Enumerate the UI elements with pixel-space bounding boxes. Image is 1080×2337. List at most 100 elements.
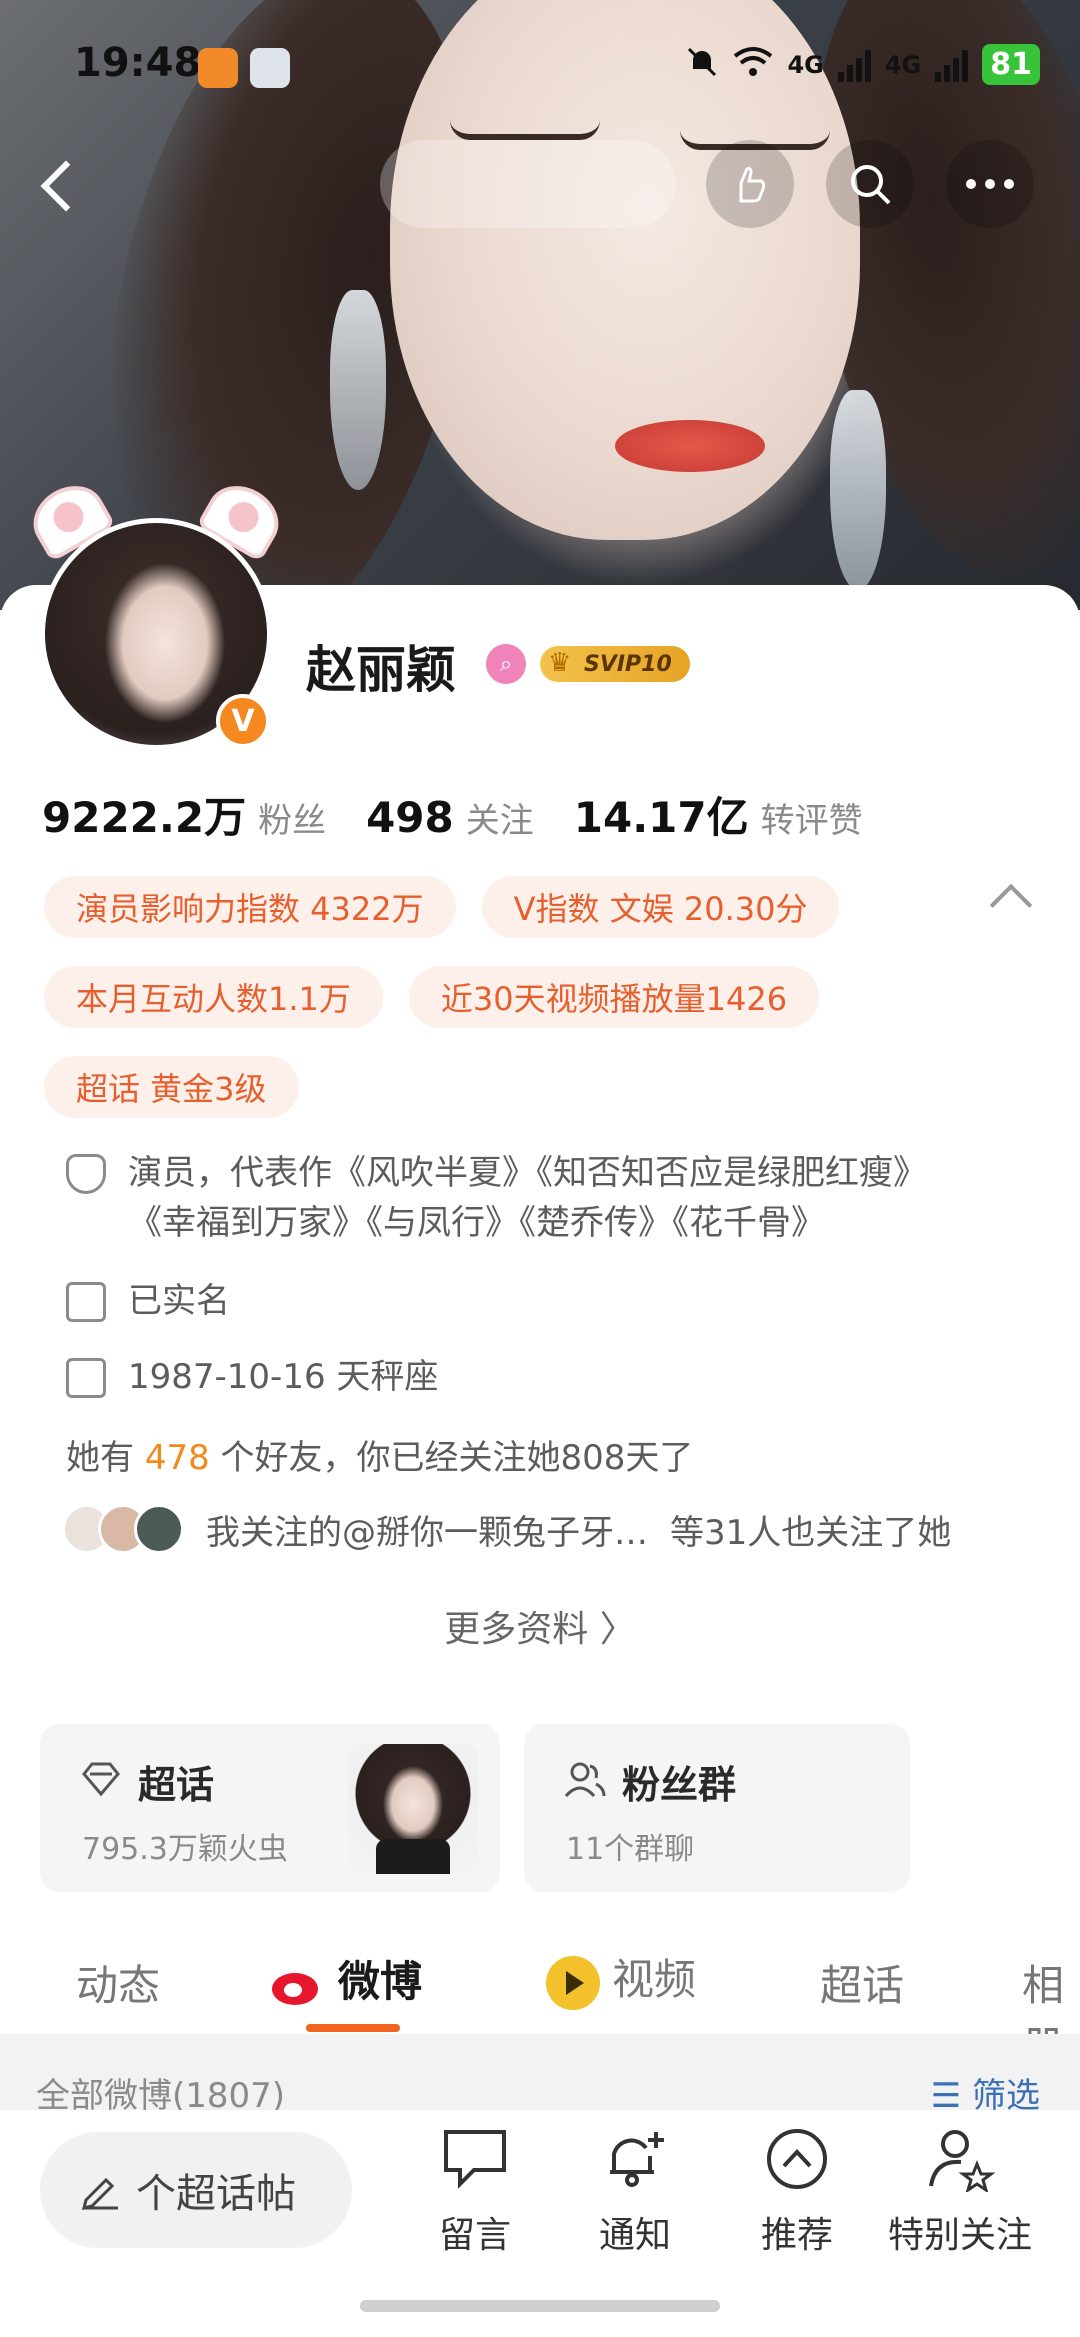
svip-badge[interactable]: SVIP10 xyxy=(540,646,690,682)
video-play-icon xyxy=(546,1955,600,2010)
stat-following[interactable]: 498 关注 xyxy=(366,793,534,842)
friends-summary[interactable]: 她有 478 个好友，你已经关注她808天了 xyxy=(66,1430,693,1479)
recommend-label: 推荐 xyxy=(760,2215,833,2256)
friends-count: 478 xyxy=(144,1438,210,1478)
mutual-extra: 等31人也关注了她 xyxy=(670,1512,952,1553)
verified-badge: V xyxy=(216,694,270,748)
bio-line: 《幸福到万家》《与凤行》《楚乔传》《花千骨》 xyxy=(128,1203,825,1243)
tab-video-label: 视频 xyxy=(612,1955,697,2004)
fan-group-title: 粉丝群 xyxy=(622,1763,737,1807)
fan-group-subtitle: 11个群聊 xyxy=(566,1832,695,1867)
tag-actor-influence[interactable]: 演员影响力指数 4322万 xyxy=(44,876,456,938)
notify-button[interactable]: 通知 xyxy=(560,2126,710,2258)
pencil-icon xyxy=(81,2177,118,2210)
fan-group-card[interactable]: 粉丝群 11个群聊 xyxy=(524,1724,910,1892)
search-topic-icon[interactable]: ⌕ xyxy=(486,644,526,684)
network-label-2: 4G xyxy=(884,50,922,79)
bell-plus-icon xyxy=(610,2132,664,2187)
back-button[interactable] xyxy=(30,150,90,220)
birthday-text: 1987-10-16 天秤座 xyxy=(128,1357,439,1397)
id-card-icon xyxy=(66,1282,106,1322)
mute-icon xyxy=(685,45,719,85)
stat-value: 498 xyxy=(366,793,454,842)
tag-list: 演员影响力指数 4322万 V指数 文娱 20.30分 本月互动人数1.1万 近… xyxy=(44,876,944,1118)
tab-dynamics[interactable]: 动态 xyxy=(76,1952,160,2013)
friends-suffix: 个好友，你已经关注她808天了 xyxy=(220,1438,694,1478)
profile-name: 赵丽颖 xyxy=(306,641,456,699)
recommend-button[interactable]: 推荐 xyxy=(722,2126,872,2258)
stats-row: 9222.2万 粉丝 498 关注 14.17亿 转评赞 xyxy=(42,784,863,845)
birthday-row: 1987-10-16 天秤座 xyxy=(66,1352,438,1402)
signal-icon-2 xyxy=(935,48,969,82)
cover-lips xyxy=(615,420,765,472)
battery-indicator: 81 xyxy=(982,44,1040,85)
chaohua-title: 超话 xyxy=(138,1763,215,1807)
user-star-icon xyxy=(929,2130,996,2194)
more-info-link[interactable]: 更多资料 〉 xyxy=(0,1600,1080,1652)
shield-icon xyxy=(66,1154,106,1194)
stat-fans[interactable]: 9222.2万 粉丝 xyxy=(42,784,326,845)
notification-app-icon xyxy=(198,48,238,88)
active-tab-indicator xyxy=(306,2024,400,2032)
calendar-icon xyxy=(66,1358,106,1398)
search-button[interactable] xyxy=(826,140,914,228)
bio-text: 演员，代表作《风吹半夏》《知否知否应是绿肥红瘦》 《幸福到万家》《与凤行》《楚乔… xyxy=(128,1148,927,1248)
wifi-icon xyxy=(733,46,773,84)
tab-chaohua[interactable]: 超话 xyxy=(820,1952,904,2013)
tag-video-plays[interactable]: 近30天视频播放量1426 xyxy=(408,966,820,1028)
cover-eye-left xyxy=(450,120,600,140)
comment-icon xyxy=(444,2130,506,2189)
search-icon xyxy=(851,165,891,205)
special-follow-label: 特别关注 xyxy=(887,2215,1032,2256)
like-hand-button[interactable] xyxy=(706,140,794,228)
weibo-logo-icon xyxy=(270,1963,326,2007)
tag-chaohua-level[interactable]: 超话 黄金3级 xyxy=(44,1056,299,1118)
avatar-container[interactable]: V xyxy=(21,473,291,750)
bio-line: 演员，代表作《风吹半夏》《知否知否应是绿肥红瘦》 xyxy=(128,1153,927,1193)
stat-value: 9222.2万 xyxy=(42,793,247,842)
group-icon xyxy=(564,1762,606,1798)
status-icons: 4G 4G 81 xyxy=(685,44,1040,85)
compose-placeholder: 个超话帖 xyxy=(136,2171,296,2217)
home-indicator[interactable] xyxy=(360,2300,720,2312)
message-button[interactable]: 留言 xyxy=(400,2126,550,2258)
mutual-avatars xyxy=(62,1504,184,1554)
more-button[interactable] xyxy=(946,140,1034,228)
more-dots-icon xyxy=(966,179,1014,189)
compose-post-button[interactable]: 个超话帖 xyxy=(40,2132,352,2248)
special-follow-button[interactable]: 特别关注 xyxy=(880,2126,1040,2258)
tab-weibo[interactable]: 微博 xyxy=(270,1948,422,2009)
mutual-text: 我关注的@掰你一颗兔子牙… xyxy=(206,1512,648,1553)
real-name-text: 已实名 xyxy=(128,1281,230,1321)
cover-earring-right xyxy=(830,390,886,590)
chevron-up-circle-icon xyxy=(767,2129,827,2189)
notification-app-icon-2 xyxy=(250,48,290,88)
hand-heart-icon xyxy=(739,167,766,203)
chaohua-subtitle: 795.3万颖火虫 xyxy=(82,1832,288,1867)
tab-weibo-label: 微博 xyxy=(338,1957,423,2006)
profile-tabs: 动态 微博 视频 超话 相册 xyxy=(0,1930,1080,2071)
status-time: 19:48 xyxy=(74,40,202,86)
chaohua-card[interactable]: 超话 795.3万颖火虫 xyxy=(40,1724,500,1892)
tag-monthly-interaction[interactable]: 本月互动人数1.1万 xyxy=(44,966,383,1028)
stat-value: 14.17亿 xyxy=(573,793,749,842)
message-label: 留言 xyxy=(438,2215,511,2256)
mutual-avatar xyxy=(134,1504,184,1554)
status-bar: 19:48 4G 4G 81 xyxy=(0,0,1080,120)
nav-search-pill[interactable] xyxy=(380,140,676,228)
stat-label: 粉丝 xyxy=(258,801,327,841)
stat-label: 关注 xyxy=(465,801,534,841)
chaohua-thumbnail xyxy=(348,1744,478,1874)
tag-v-index[interactable]: V指数 文娱 20.30分 xyxy=(481,876,840,938)
stat-interactions[interactable]: 14.17亿 转评赞 xyxy=(574,784,863,845)
filter-bar: 全部微博(1807) ☰ 筛选 xyxy=(0,2034,1080,2116)
mutual-followers[interactable]: 我关注的@掰你一颗兔子牙… 等31人也关注了她 xyxy=(62,1504,951,1554)
diamond-icon xyxy=(82,1762,120,1797)
cover-earring-left xyxy=(330,290,386,490)
notify-label: 通知 xyxy=(598,2215,671,2256)
signal-icon-1 xyxy=(837,48,871,82)
network-label-1: 4G xyxy=(787,50,824,79)
real-name-row: 已实名 xyxy=(66,1276,230,1326)
tab-video[interactable]: 视频 xyxy=(546,1946,696,2010)
friends-prefix: 她有 xyxy=(66,1438,134,1478)
